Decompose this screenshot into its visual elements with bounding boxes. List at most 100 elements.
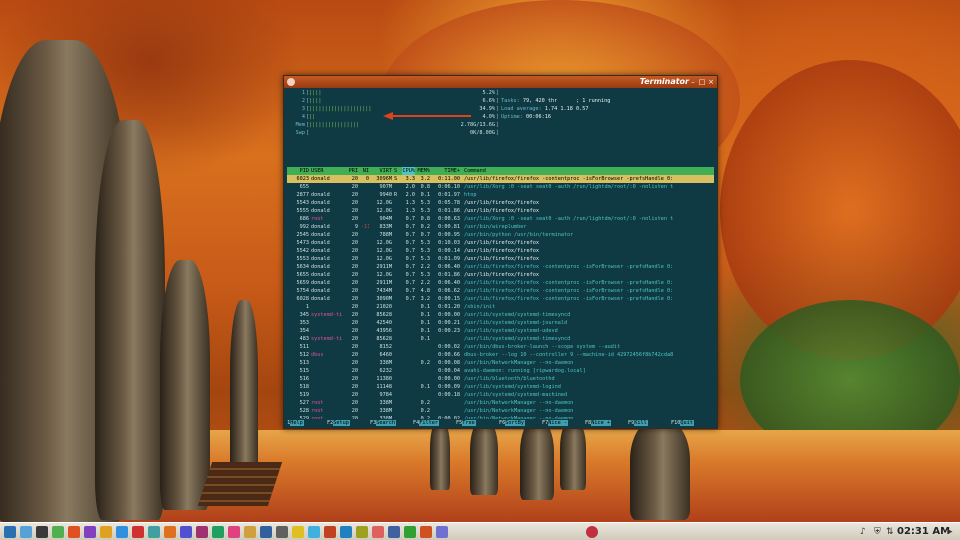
process-row[interactable]: 2877 donald 20 9940 R 2.0 0.1 0:01.97 htop [287, 191, 714, 199]
process-row[interactable]: 5543 donald 20 12.0G 1.3 5.3 0:05.78/usr/lib/f… [287, 199, 714, 207]
minimize-button[interactable]: – [689, 78, 697, 86]
app-icon[interactable] [164, 526, 176, 538]
network-icon[interactable]: ⇅ [886, 527, 894, 537]
browser-icon[interactable] [116, 526, 128, 538]
process-row[interactable]: 515 20 6232 0:00.04 avahi-daemon: running [r… [287, 367, 714, 375]
process-row[interactable]: 5542 donald 20 12.0G 0.7 5.3 0:00.14/usr/lib/f… [287, 247, 714, 255]
terminator-app-icon[interactable] [287, 78, 295, 86]
close-button[interactable]: × [707, 78, 715, 86]
app-icon[interactable] [292, 526, 304, 538]
process-row[interactable]: 353 20 42540 0.1 0:00.21/usr/lib/systemd/sys… [287, 319, 714, 327]
col-command[interactable]: Command [464, 167, 714, 175]
col-ni[interactable]: NI [361, 167, 369, 175]
app-icon[interactable] [180, 526, 192, 538]
app-icon[interactable] [244, 526, 256, 538]
process-row[interactable]: 5754 donald 20 7434M 0.7 4.8 0:06.62/usr/lib/f… [287, 287, 714, 295]
col-cpu[interactable]: CPU% [402, 167, 415, 175]
process-row[interactable]: 511 20 8152 0:00.02/usr/bin/dbus-broker-lau… [287, 343, 714, 351]
firefox-icon[interactable] [68, 526, 80, 538]
media-icon[interactable] [84, 526, 96, 538]
col-time[interactable]: TIME+ [432, 167, 460, 175]
fkey-quit[interactable]: F10Quit [671, 419, 694, 427]
taskbar-clock[interactable]: 02:31 AM [897, 523, 950, 540]
cell-cmd: /usr/lib/systemd/systemd-udevd [464, 328, 558, 334]
fkey-kill[interactable]: F9Kill [628, 419, 648, 427]
app-icon[interactable] [260, 526, 272, 538]
fkey-tree[interactable]: F5Tree [456, 419, 476, 427]
process-row[interactable]: 5659 donald 20 2911M 0.7 2.2 0:06.40/usr/lib/f… [287, 279, 714, 287]
file-manager-icon[interactable] [20, 526, 32, 538]
maximize-button[interactable]: □ [698, 78, 706, 86]
process-row[interactable]: 5655 donald 20 12.0G 0.7 5.3 0:01.86/usr/lib/f… [287, 271, 714, 279]
process-row[interactable]: 5555 donald 20 12.0G 1.3 5.3 0:01.86/usr/lib/f… [287, 207, 714, 215]
app-icon[interactable] [356, 526, 368, 538]
col-user[interactable]: USER [311, 167, 347, 175]
process-row[interactable]: 518 20 11148 0.1 0:00.09/usr/lib/systemd/sys… [287, 383, 714, 391]
app-icon[interactable] [340, 526, 352, 538]
fkey-search[interactable]: F3Search [370, 419, 396, 427]
process-row[interactable]: 513 20 338M 0.2 0:00.08/usr/bin/NetworkManag… [287, 359, 714, 367]
process-row[interactable]: 5634 donald 20 2911M 0.7 2.2 0:06.40/usr/lib/f… [287, 263, 714, 271]
process-row[interactable]: 6028 donald 20 3090M 0.7 3.2 0:00.15/usr/lib/f… [287, 295, 714, 303]
cell-virt: 9784 [379, 392, 393, 398]
app-icon[interactable] [148, 526, 160, 538]
process-row[interactable]: 992 donald 9 -11 833M 0.7 0.2 0:00.81/usr/bin/w… [287, 223, 714, 231]
col-mem[interactable]: MEM% [417, 167, 431, 175]
process-row[interactable]: 519 20 9784 0:00.18/usr/lib/systemd/systemd… [287, 391, 714, 399]
process-table-header[interactable]: PID USER PRI NI VIRT S CPU% MEM% TIME+ C… [287, 167, 714, 175]
htop-screen[interactable]: 1[|||| 5.2%] 2[|||| 6.6%] 3[||||||||||||||||… [287, 89, 714, 427]
tray-menu-icon[interactable]: ▸ [948, 527, 953, 537]
text-editor-icon[interactable] [52, 526, 64, 538]
col-virt[interactable]: VIRT [370, 167, 393, 175]
terminator-window[interactable]: Terminator – □ × 1[|||| 5.2%] 2[|||| 6.6%] 3… [283, 75, 718, 429]
app-icon[interactable] [228, 526, 240, 538]
process-row[interactable]: 512 dbus 20 6460 0:00.66 dbus-broker --log 10… [287, 351, 714, 359]
app-icon[interactable] [404, 526, 416, 538]
app-icon[interactable] [276, 526, 288, 538]
cell-time: 0:01.86 [438, 272, 460, 278]
terminal-icon[interactable] [36, 526, 48, 538]
app-icon[interactable] [372, 526, 384, 538]
fkey-sortby[interactable]: F6SortBy [499, 419, 525, 427]
fkey-nice[interactable]: F7Nice - [542, 419, 568, 427]
fkey-nice[interactable]: F8Nice + [585, 419, 611, 427]
col-pid[interactable]: PID [287, 167, 309, 175]
process-row[interactable]: 527 root 20 338M 0.2/usr/bin/NetworkManager … [287, 399, 714, 407]
fkey-help[interactable]: F1Help [287, 419, 304, 427]
process-row[interactable]: 528 root 20 338M 0.2/usr/bin/NetworkManager … [287, 407, 714, 415]
taskbar[interactable]: ♪ ⛨ ⇅ 02:31 AM ▸ [0, 522, 960, 540]
function-key-bar[interactable]: F1Help F2Setup F3Search F4Filter F5Tree F6Sor… [287, 419, 714, 427]
app-icon[interactable] [420, 526, 432, 538]
process-row[interactable]: 1 20 21020 0.1 0:01.20/sbin/init [287, 303, 714, 311]
app-icon[interactable] [308, 526, 320, 538]
col-pri[interactable]: PRI [348, 167, 358, 175]
process-row[interactable]: 354 20 43956 0.1 0:00.23/usr/lib/systemd/sys… [287, 327, 714, 335]
cell-user: donald [311, 288, 330, 294]
cell-time: 0:00.15 [438, 296, 460, 302]
fkey-setup[interactable]: F2Setup [327, 419, 350, 427]
process-row[interactable]: 2545 donald 20 788M 0.7 0.7 0:00.95/usr/bin/py… [287, 231, 714, 239]
process-row[interactable]: 6023 donald 20 0 3096M S 3.3 3.2 0:11.00/usr/lib… [287, 175, 714, 183]
menu-icon[interactable] [4, 526, 16, 538]
shield-icon[interactable]: ⛨ [874, 527, 881, 537]
app-icon[interactable] [436, 526, 448, 538]
window-titlebar[interactable]: Terminator – □ × [284, 76, 717, 88]
app-icon[interactable] [212, 526, 224, 538]
process-row[interactable]: 5553 donald 20 12.0G 0.7 5.3 0:01.09/usr/lib/f… [287, 255, 714, 263]
process-row[interactable]: 345 systemd-ti 20 85628 0.1 0:00.00/usr/lib/s… [287, 311, 714, 319]
process-row[interactable]: 483 systemd-ti 20 85628 0.1/usr/lib/systemd/… [287, 335, 714, 343]
process-row[interactable]: 686 root 20 904M 0.7 0.8 0:00.63/usr/lib/Xorg … [287, 215, 714, 223]
app-icon[interactable] [132, 526, 144, 538]
app-icon[interactable] [324, 526, 336, 538]
process-row[interactable]: 655 20 907M 2.0 0.8 0:06.10/usr/lib/Xorg :0 -… [287, 183, 714, 191]
app-icon[interactable] [196, 526, 208, 538]
process-row[interactable]: 516 20 11380 0:00.00/usr/lib/bluetooth/blue… [287, 375, 714, 383]
fkey-filter[interactable]: F4Filter [413, 419, 439, 427]
process-row[interactable]: 5473 donald 20 12.0G 0.7 5.3 0:10.03/usr/lib/f… [287, 239, 714, 247]
col-state[interactable]: S [394, 167, 399, 175]
cell-pid: 5473 [296, 240, 310, 246]
volume-icon[interactable]: ♪ [860, 527, 866, 537]
terminator-task-icon[interactable] [586, 526, 598, 538]
app-icon[interactable] [388, 526, 400, 538]
settings-icon[interactable] [100, 526, 112, 538]
